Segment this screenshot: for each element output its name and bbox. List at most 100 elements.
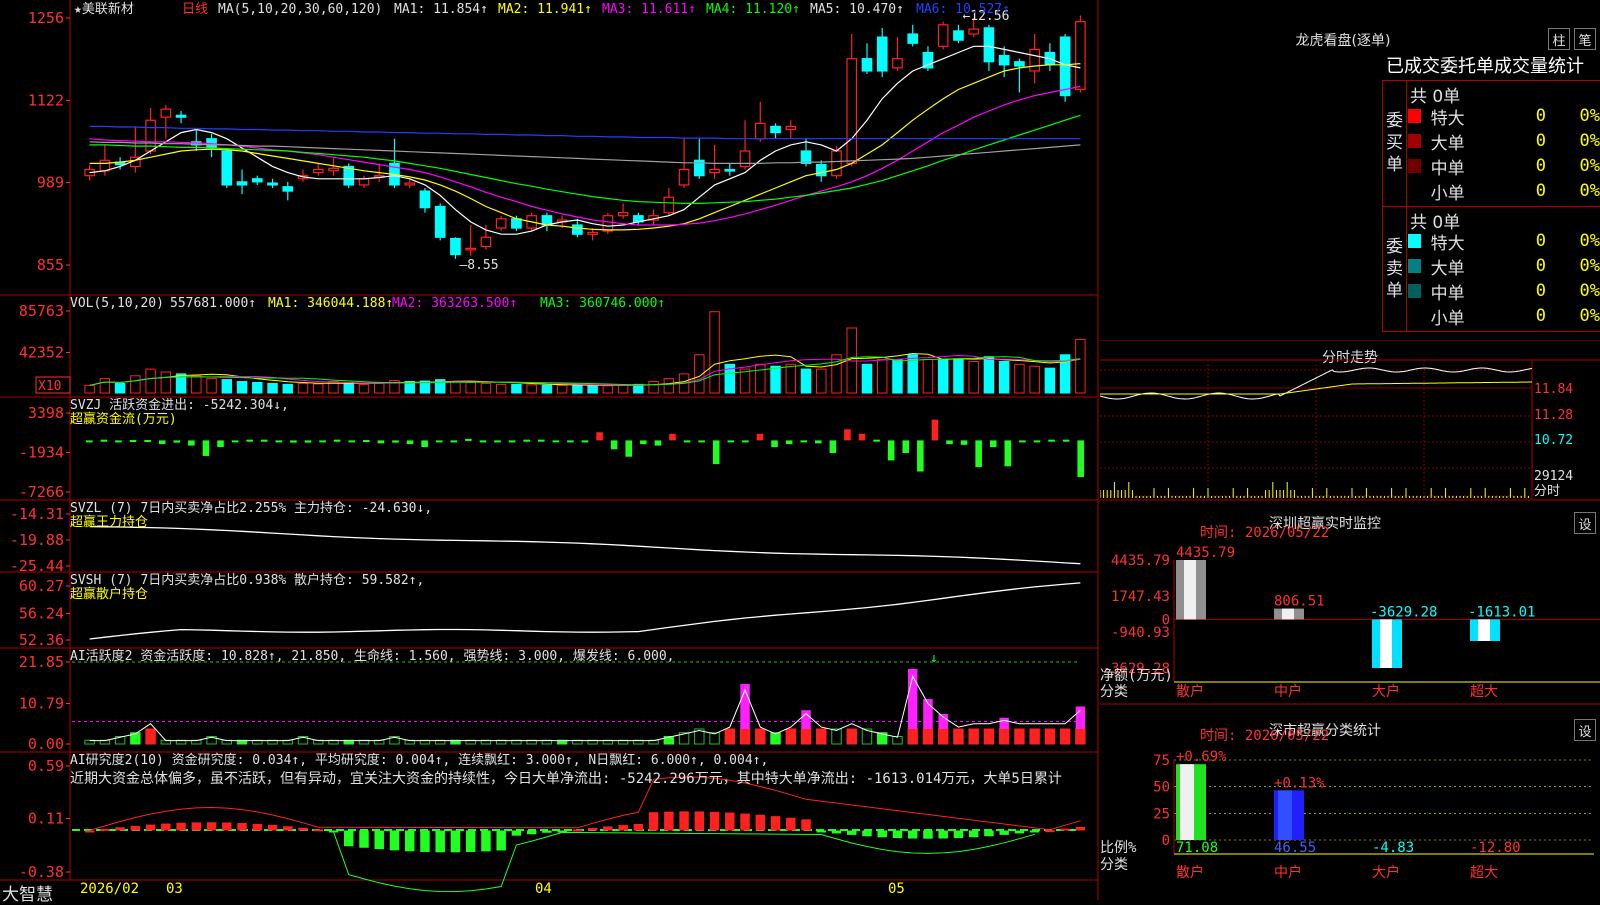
candle [1014,61,1025,67]
sz-monitor-value: -1613.01 [1468,604,1535,620]
volume-bar [511,383,522,394]
ma5-line [89,141,1081,164]
x-tick-may: 05 [888,881,905,897]
candle [404,182,416,186]
price-tick-1256: 1256 [28,9,64,27]
fund-flow-bar [304,440,312,443]
candle [99,159,111,172]
fund-flow-bar [260,439,268,442]
research-bar [603,826,613,831]
svzl-subtitle: 超赢王力持仓 [70,514,148,530]
research-bar [770,816,781,831]
candle [953,30,964,41]
main-header-6: MA4: 11.120↑ [706,2,800,17]
activity-tick: 10.79 [19,695,64,713]
candle [495,218,507,229]
research-header: AI研究度2(10) 资金研究度: 0.034↑, 平均研究度: 0.004↑,… [70,752,768,768]
vol-header-ma1: MA1: 346044.188↑ [268,296,393,311]
svzl-tick: -19.88 [10,531,64,549]
research-bar [267,824,278,831]
fund-flow-bar [100,439,108,442]
fund-flow-bar [960,440,968,445]
volume-bar [374,382,385,394]
research-bar [1045,830,1055,833]
volume-bar [739,368,751,394]
svsh-header: SVSH (7) 7日内买卖净占比0.938% 散户持仓: 59.582↑, [70,572,424,588]
volume-bar [495,383,507,394]
research-bar [100,828,110,831]
sell-row-super: 特大 0 0% [1408,229,1600,254]
sell-row-small: 小单 0 0% [1408,304,1600,329]
research-bar [161,823,171,831]
research-bar [847,830,857,835]
volume-bar [983,356,995,394]
activity-bar [785,728,796,745]
activity-tick: 0.00 [28,735,64,753]
row-label: 特大 [1430,233,1465,254]
volume-bar [343,381,354,394]
svzl-tick: -25.44 [10,557,64,575]
volume-bar [221,379,233,394]
volume-bar [861,363,873,394]
sz-monitor-tick: 1747.43 [1111,589,1170,605]
research-bar [709,811,720,831]
candle [892,58,903,69]
order-stat-tabs[interactable]: 已成交委托单成交量统计 [1386,52,1600,80]
research-bar [953,830,964,839]
fund-flow-bar [188,440,195,446]
candle [251,178,263,183]
sz-class-category: 中户 [1274,864,1302,881]
volume-bar [130,375,141,394]
candle [419,190,431,209]
candle [175,114,187,118]
svsh-tick: 56.24 [19,605,64,623]
research-bar [252,823,263,831]
swatch-icon [1408,309,1421,323]
swatch-icon [1408,134,1421,148]
activity-bar [816,728,827,745]
bar-view-button[interactable]: 柱 [1548,28,1570,50]
volume-bar [145,368,156,394]
main-header-5: MA3: 11.611↑ [602,2,696,17]
activity-bar [1029,728,1040,745]
volume-bar [1014,363,1025,394]
research-bar [740,813,750,831]
activity-arrow-icon: ↓ [930,651,938,666]
fund-flow-bar [319,440,326,443]
candle [587,231,598,235]
volume-bar [206,378,217,394]
volume-bar [313,383,324,394]
fund-flow-bar [144,440,151,443]
fund-flow-bar [333,439,341,442]
research-bar [222,822,232,831]
volume-bar [877,359,888,394]
fund-flow-bar [173,440,181,443]
sz-monitor-tick: 4435.79 [1111,553,1170,569]
fund-flow-bar [581,440,589,443]
research-bar [542,830,552,833]
research-bar [115,827,125,831]
volume-bar [587,385,598,394]
row-label: 特大 [1430,108,1465,129]
fund-flow-bar [231,440,239,443]
tick-view-button[interactable]: 笔 [1574,28,1596,50]
main-chart-area[interactable]: 12561122989855←12.56—8.55★美联新材 日线 MA(5,10,… [0,0,1100,900]
sz-monitor-axis-label2: 分类 [1100,684,1128,700]
swatch-icon [1408,159,1421,173]
svzl-tick: -14.31 [10,505,64,523]
fund-flow-bar [115,440,122,443]
activity-burst-bar [999,717,1009,729]
fund-flow-bar [698,440,705,443]
fund-flow-bar [1077,440,1084,478]
activity-tick: 21.85 [19,653,64,671]
fund-flow-bar [86,440,93,443]
row-count: 0 [1535,231,1546,251]
activity-bar [755,728,766,745]
candle [724,168,736,172]
volume-bar [282,383,293,394]
fund-flow-bar [771,440,778,448]
candle [160,108,172,118]
candle [754,122,766,140]
candle [907,33,919,44]
fund-flow-bar [217,440,224,448]
